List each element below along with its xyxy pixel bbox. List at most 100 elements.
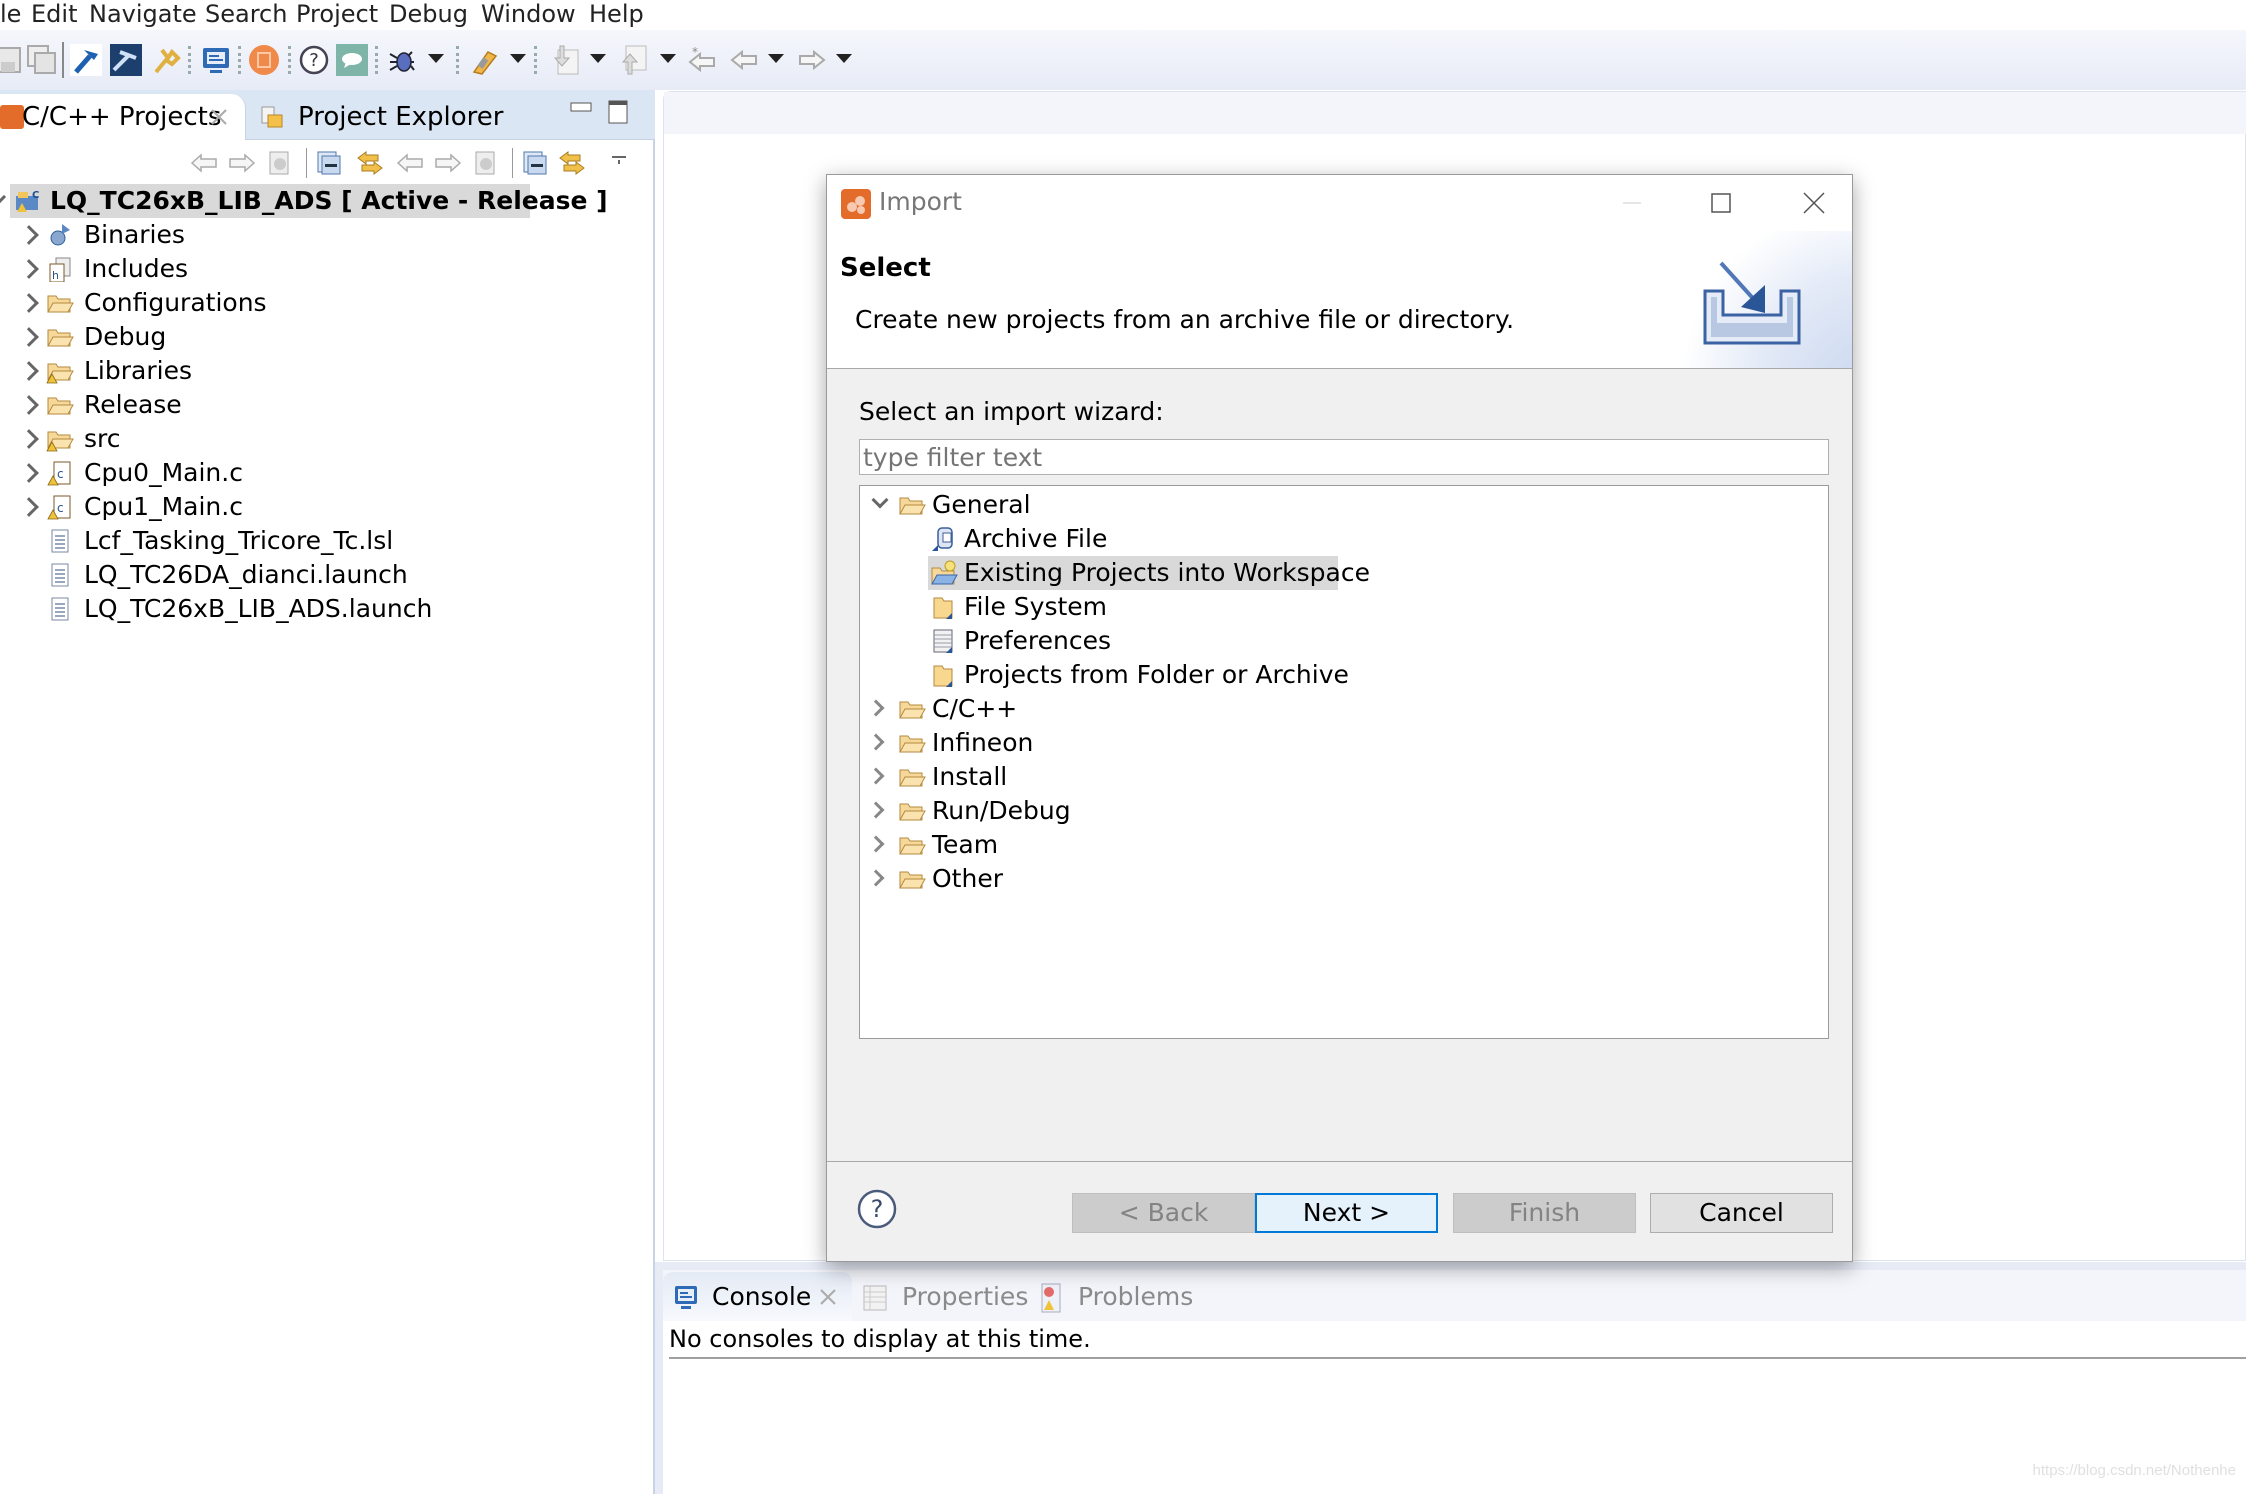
back-icon[interactable]	[396, 150, 424, 176]
previous-annotation-dropdown-icon[interactable]	[660, 54, 676, 63]
tab-properties[interactable]: Properties	[862, 1272, 1032, 1322]
tree-root-project[interactable]: C LQ_TC26xB_LIB_ADS [ Active - Release ]	[0, 184, 608, 218]
chat-icon[interactable]	[336, 44, 368, 76]
close-icon[interactable]	[210, 108, 228, 126]
link-with-editor-icon[interactable]	[558, 150, 586, 176]
help-icon[interactable]: ?	[298, 44, 330, 76]
tree-item-existing-projects[interactable]: Existing Projects into Workspace	[928, 556, 1370, 590]
menu-window[interactable]: Window	[481, 0, 576, 28]
help-icon[interactable]: ?	[857, 1189, 897, 1229]
tab-console[interactable]: Console	[663, 1272, 852, 1322]
collapse-all-icon[interactable]	[522, 150, 550, 176]
last-edit-icon[interactable]: *	[686, 44, 718, 76]
launch-icon[interactable]	[468, 44, 500, 76]
tree-item-cpp[interactable]: C/C++	[860, 692, 1160, 726]
chevron-right-icon[interactable]	[867, 767, 885, 785]
link-with-editor-icon[interactable]	[356, 150, 384, 176]
chevron-right-icon[interactable]	[19, 429, 39, 449]
menu-project[interactable]: Project	[296, 0, 378, 28]
menu-edit[interactable]: Edit	[31, 0, 77, 28]
chevron-right-icon[interactable]	[867, 835, 885, 853]
tree-item-team[interactable]: Team	[860, 828, 1160, 862]
tree-item-file-system[interactable]: File System	[930, 590, 1230, 624]
menu-file[interactable]: le	[0, 0, 21, 28]
chevron-right-icon[interactable]	[19, 259, 39, 279]
tree-item-archive-file[interactable]: Archive File	[930, 522, 1230, 556]
tree-item[interactable]: LQ_TC26xB_LIB_ADS.launch	[0, 592, 500, 626]
back-button[interactable]: < Back	[1072, 1193, 1255, 1233]
tree-item-projects-from-folder[interactable]: Projects from Folder or Archive	[930, 658, 1370, 692]
next-annotation-dropdown-icon[interactable]	[590, 54, 606, 63]
tree-item[interactable]: Release	[0, 388, 500, 422]
menu-navigate[interactable]: Navigate	[89, 0, 197, 28]
finish-button[interactable]: Finish	[1453, 1193, 1636, 1233]
menu-help[interactable]: Help	[589, 0, 644, 28]
close-icon[interactable]	[1789, 181, 1839, 225]
tab-project-explorer[interactable]: Project Explorer	[250, 94, 580, 140]
chevron-right-icon[interactable]	[867, 801, 885, 819]
build-all-icon[interactable]	[110, 44, 142, 76]
console-monitor-icon[interactable]	[200, 44, 232, 76]
tree-item-run-debug[interactable]: Run/Debug	[860, 794, 1160, 828]
tree-item-other[interactable]: Other	[860, 862, 1160, 896]
tree-item-infineon[interactable]: Infineon	[860, 726, 1160, 760]
tree-item[interactable]: Lcf_Tasking_Tricore_Tc.lsl	[0, 524, 500, 558]
build-hammer-icon[interactable]	[70, 44, 102, 76]
tree-item[interactable]: h Includes	[0, 252, 500, 286]
tree-item-install[interactable]: Install	[860, 760, 1160, 794]
chip-icon[interactable]	[248, 44, 280, 76]
filter-input[interactable]	[859, 439, 1829, 475]
chevron-right-icon[interactable]	[19, 225, 39, 245]
collapse-all-icon[interactable]	[316, 150, 344, 176]
chevron-right-icon[interactable]	[19, 293, 39, 313]
chevron-down-icon[interactable]	[871, 491, 889, 509]
tab-problems[interactable]: Problems	[1038, 1272, 1208, 1322]
view-menu-icon[interactable]	[610, 150, 628, 176]
chevron-down-icon[interactable]	[0, 189, 7, 205]
back-icon[interactable]	[190, 150, 218, 176]
chevron-right-icon[interactable]	[19, 327, 39, 347]
chevron-right-icon[interactable]	[867, 699, 885, 717]
tree-item[interactable]: Debug	[0, 320, 500, 354]
tools-wrench-icon[interactable]	[150, 44, 182, 76]
chevron-right-icon[interactable]	[19, 361, 39, 381]
launch-dropdown-icon[interactable]	[510, 54, 526, 63]
chevron-right-icon[interactable]	[867, 869, 885, 887]
forward-dropdown-icon[interactable]	[836, 54, 852, 63]
up-icon[interactable]	[266, 150, 294, 176]
chevron-right-icon[interactable]	[19, 497, 39, 517]
tree-item[interactable]: c Cpu1_Main.c	[0, 490, 500, 524]
chevron-right-icon[interactable]	[19, 395, 39, 415]
save-icon[interactable]	[0, 44, 24, 76]
tree-item[interactable]: LQ_TC26DA_dianci.launch	[0, 558, 500, 592]
tree-item[interactable]: Configurations	[0, 286, 500, 320]
dialog-title-bar[interactable]: Import	[827, 175, 1852, 231]
tree-item[interactable]: Libraries	[0, 354, 500, 388]
tree-item[interactable]: Binaries	[0, 218, 500, 252]
maximize-icon[interactable]	[608, 100, 628, 124]
previous-annotation-icon[interactable]	[618, 44, 650, 76]
close-icon[interactable]	[819, 1288, 837, 1306]
forward-icon[interactable]	[228, 150, 256, 176]
forward-icon[interactable]	[434, 150, 462, 176]
next-annotation-icon[interactable]	[550, 44, 582, 76]
tree-item[interactable]: src	[0, 422, 500, 456]
cancel-button[interactable]: Cancel	[1650, 1193, 1833, 1233]
chevron-right-icon[interactable]	[867, 733, 885, 751]
menu-search[interactable]: Search	[205, 0, 287, 28]
back-dropdown-icon[interactable]	[768, 54, 784, 63]
next-button[interactable]: Next >	[1255, 1193, 1438, 1233]
tree-item-preferences[interactable]: Preferences	[930, 624, 1230, 658]
maximize-icon[interactable]	[1695, 181, 1745, 225]
tree-item-general[interactable]: General	[860, 488, 1260, 522]
debug-bug-icon[interactable]	[386, 44, 418, 76]
chevron-right-icon[interactable]	[19, 463, 39, 483]
forward-icon[interactable]	[796, 44, 828, 76]
minimize-icon[interactable]	[570, 102, 592, 116]
menu-debug[interactable]: Debug	[389, 0, 468, 28]
tree-item[interactable]: c Cpu0_Main.c	[0, 456, 500, 490]
tab-cpp-projects[interactable]: C/C++ Projects	[0, 94, 246, 140]
save-all-icon[interactable]	[26, 44, 58, 76]
back-icon[interactable]	[728, 44, 760, 76]
up-icon[interactable]	[472, 150, 500, 176]
